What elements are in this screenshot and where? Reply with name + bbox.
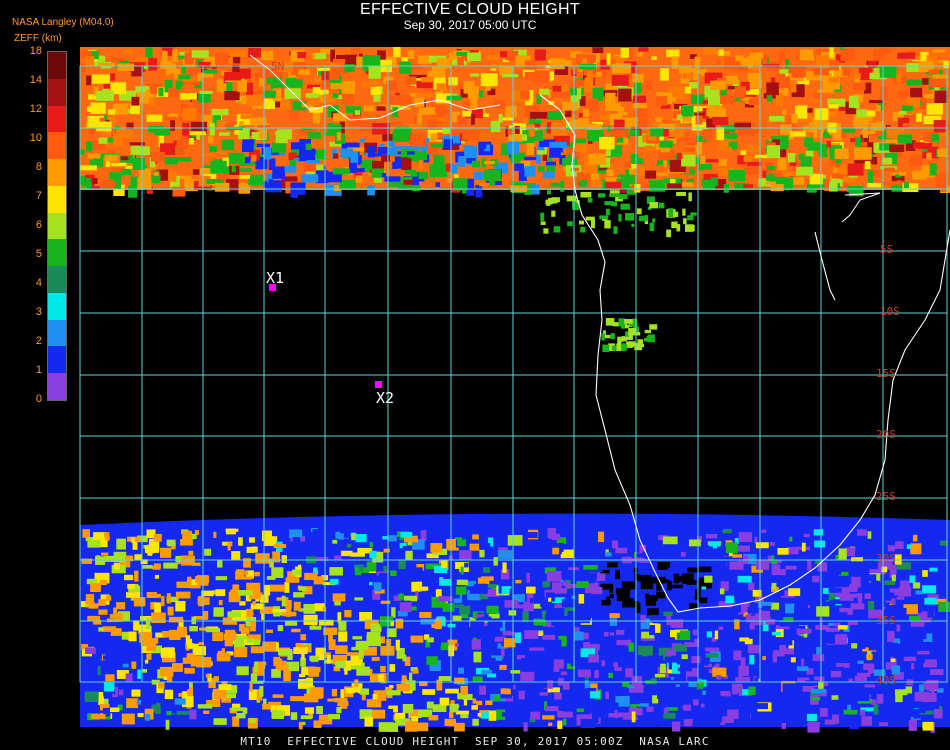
marker-label: X2	[376, 389, 394, 407]
latitude-label: 25S	[876, 490, 896, 503]
latitude-label: 10S	[880, 305, 900, 318]
cloud-height-map: 5N 5S 10S 15S 20S 25S 30S 35S 40S X1 X2	[79, 47, 950, 733]
latitude-label: 5N	[271, 60, 284, 73]
latitude-label: 20S	[876, 428, 896, 441]
latitude-label: 5S	[880, 243, 893, 256]
cloud-bands	[80, 47, 950, 733]
latitude-label: 35S	[876, 614, 896, 627]
footer-caption: MT10 EFFECTIVE CLOUD HEIGHT SEP 30, 2017…	[240, 735, 710, 748]
latitude-label: 15S	[876, 367, 896, 380]
marker-point	[375, 381, 382, 388]
marker-label: X1	[266, 269, 284, 287]
latitude-label: 30S	[876, 552, 896, 565]
map-markers: X1 X2	[266, 269, 394, 407]
latitude-label: 40S	[876, 674, 896, 687]
